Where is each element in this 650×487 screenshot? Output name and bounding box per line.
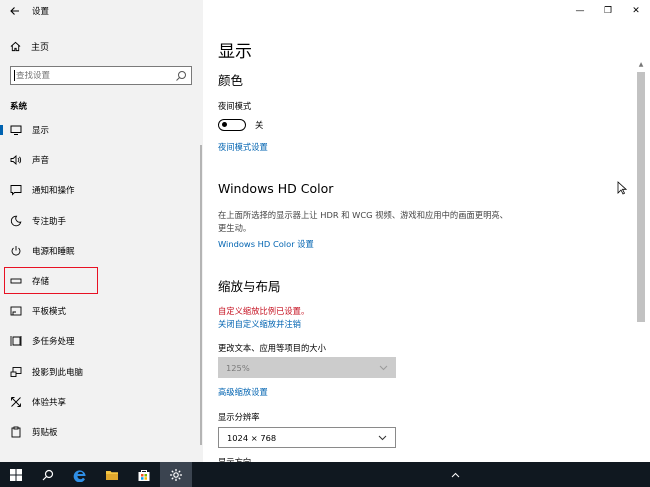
section-heading-hdr: Windows HD Color [218,181,334,196]
sidebar: 设置 主页 系统 显示 声音 通知和操作 专注助手 电源和睡眠 [0,0,203,462]
taskbar [0,462,650,487]
section-title-system: 系统 [10,102,28,112]
sidebar-item-sound[interactable]: 声音 [0,145,203,175]
sidebar-item-display[interactable]: 显示 [0,115,203,145]
sidebar-item-label: 专注助手 [32,216,67,227]
sidebar-item-label: 声音 [32,156,50,167]
sidebar-item-multitasking[interactable]: 多任务处理 [0,326,203,356]
minimize-icon: — [575,6,585,16]
custom-scale-warning: 自定义缩放比例已设置。 [218,306,310,316]
text-caret [14,70,15,81]
home-label: 主页 [31,42,50,53]
sidebar-item-label: 显示 [32,126,50,137]
minimize-button[interactable]: — [566,0,594,22]
edge-icon [73,469,86,482]
sidebar-item-label: 电源和睡眠 [32,246,75,257]
night-light-label: 夜间模式 [218,101,252,111]
sidebar-item-label: 多任务处理 [32,337,75,348]
taskbar-edge-button[interactable] [64,462,96,487]
taskbar-settings-button[interactable] [160,462,192,487]
taskbar-explorer-button[interactable] [96,462,128,487]
hdr-settings-link[interactable]: Windows HD Color 设置 [218,238,314,250]
chevron-down-icon [378,435,387,440]
moon-icon [10,215,22,227]
sidebar-item-project-to-pc[interactable]: 投影到此电脑 [0,357,203,387]
main-content: — ❐ ✕ 显示 颜色 夜间模式 关 夜间模式设置 Windows HD Col… [203,0,650,462]
night-light-toggle[interactable] [218,119,246,131]
sidebar-item-power-sleep[interactable]: 电源和睡眠 [0,236,203,266]
sidebar-item-label: 投影到此电脑 [32,367,84,378]
restore-icon: ❐ [603,6,613,16]
home-icon [10,41,21,51]
maximize-button[interactable]: ❐ [594,0,622,22]
search-box[interactable] [10,66,192,85]
sidebar-item-clipboard[interactable]: 剪贴板 [0,417,203,447]
search-icon [42,469,54,480]
app-title: 设置 [32,7,50,17]
taskbar-store-button[interactable] [128,462,160,487]
page-title: 显示 [218,42,252,62]
disable-custom-scale-link[interactable]: 关闭自定义缩放并注销 [218,318,301,330]
settings-icon [170,468,182,481]
sidebar-item-label: 存储 [32,277,50,288]
sidebar-item-label: 平板模式 [32,307,67,318]
section-heading-scale-layout: 缩放与布局 [218,279,281,294]
project-icon [10,366,22,378]
display-icon [10,124,22,136]
chevron-down-icon [379,365,388,370]
sidebar-item-shared-experiences[interactable]: 体验共享 [0,387,203,417]
store-icon [138,469,150,481]
sidebar-item-notifications[interactable]: 通知和操作 [0,175,203,205]
show-hidden-icons-button[interactable] [448,462,462,487]
hdr-description: 在上面所选择的显示器上让 HDR 和 WCG 视频、游戏和应用中的画面更明亮、更… [218,210,508,233]
storage-icon [10,275,22,287]
resolution-label: 显示分辨率 [218,412,260,422]
night-light-settings-link[interactable]: 夜间模式设置 [218,141,268,153]
multitask-icon [10,335,22,347]
toggle-knob [222,122,227,127]
sidebar-item-tablet-mode[interactable]: 平板模式 [0,296,203,326]
back-button[interactable] [0,0,30,22]
power-icon [10,245,22,257]
resolution-dropdown-value: 1024 × 768 [227,432,277,443]
tablet-icon [10,305,22,317]
title-bar: 设置 [0,0,203,22]
scrollbar-thumb[interactable] [637,72,645,322]
search-icon[interactable] [174,69,188,83]
close-button[interactable]: ✕ [622,0,650,22]
text-size-label: 更改文本、应用等项目的大小 [218,343,326,353]
notification-icon [10,184,22,197]
main-scrollbar[interactable]: ▲ [637,60,645,460]
sidebar-item-label: 通知和操作 [32,186,75,197]
windows-start-icon [10,468,22,481]
scale-dropdown: 125% [218,357,396,378]
nav-list: 显示 声音 通知和操作 专注助手 电源和睡眠 存储 平板模式 多任务处理 投影到… [0,115,203,447]
chevron-up-icon [451,472,459,477]
section-heading-color: 颜色 [218,73,244,88]
toggle-state-label: 关 [255,120,264,130]
scale-dropdown-value: 125% [226,362,250,373]
search-input[interactable] [16,70,174,81]
taskbar-search-button[interactable] [32,462,64,487]
close-icon: ✕ [632,6,640,16]
speaker-icon [10,154,22,166]
sidebar-item-label: 体验共享 [32,397,67,408]
mouse-cursor-icon [617,181,627,195]
scroll-up-arrow-icon[interactable]: ▲ [637,60,645,68]
back-arrow-icon [10,7,19,15]
sidebar-item-label: 剪贴板 [32,427,58,438]
advanced-scaling-link[interactable]: 高级缩放设置 [218,386,268,398]
shared-experience-icon [10,396,22,408]
sidebar-item-focus-assist[interactable]: 专注助手 [0,206,203,236]
resolution-dropdown[interactable]: 1024 × 768 [218,427,396,448]
start-button[interactable] [0,462,32,487]
sidebar-item-storage[interactable]: 存储 [0,266,203,296]
sidebar-scrollbar[interactable] [200,145,202,445]
file-explorer-icon [106,470,118,480]
nav-home[interactable]: 主页 [0,36,203,56]
window-controls: — ❐ ✕ [566,0,650,22]
clipboard-icon [10,426,22,438]
